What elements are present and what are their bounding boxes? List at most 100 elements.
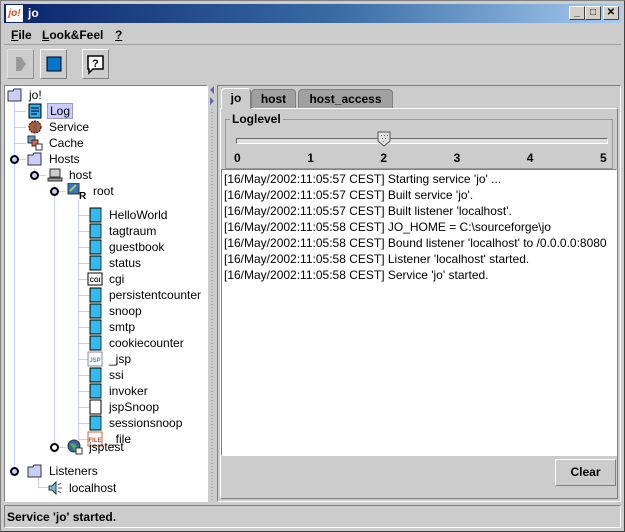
tree-node-servlet[interactable]: invoker — [87, 383, 150, 399]
loglevel-tick-label: 0 — [234, 151, 241, 165]
log-line: [16/May/2002:11:05:58 CEST] JO_HOME = C:… — [224, 220, 551, 234]
loglevel-tick-label: 4 — [526, 151, 534, 165]
tree-label: tagtraum — [109, 224, 157, 238]
cache-icon — [27, 135, 43, 151]
servlet-icon — [89, 239, 102, 255]
status-bar: Service 'jo' started. — [4, 505, 621, 528]
tree-node-log[interactable]: Log — [27, 103, 74, 119]
tree-node-localhost[interactable]: localhost — [47, 480, 118, 496]
log-line: [16/May/2002:11:05:57 CEST] Built servic… — [224, 188, 474, 202]
tree-node-root-context[interactable]: R root — [67, 183, 116, 199]
detail-panel: jo host host_access Loglevel 0 1 2 3 4 5 [16/… — [217, 85, 621, 502]
app-window: jo! jo _ □ ✕ File Look&Feel ? ? jo! Log … — [0, 0, 625, 532]
tree-node-servlet[interactable]: ssi — [87, 367, 126, 383]
svg-text:R: R — [79, 191, 87, 199]
log-output[interactable]: [16/May/2002:11:05:57 CEST] Starting ser… — [221, 169, 617, 456]
stop-button[interactable] — [40, 49, 67, 79]
servlet-icon — [89, 303, 102, 319]
tree-label: sessionsnoop — [109, 416, 183, 430]
collapse-left-arrow-icon — [210, 86, 214, 94]
tree-node-host[interactable]: host — [47, 167, 94, 183]
loglevel-tick-label: 3 — [453, 151, 461, 165]
tree-node-servlet[interactable]: HelloWorld — [87, 207, 169, 223]
tree-label: _jsp — [109, 352, 132, 366]
tree-node-servlet[interactable]: status — [87, 255, 143, 271]
tree-label: ssi — [109, 368, 124, 382]
folder-icon — [27, 464, 42, 478]
tree-node-cache[interactable]: Cache — [27, 135, 86, 151]
computer-icon — [47, 168, 63, 182]
tree-label: Listeners — [49, 464, 98, 478]
tree-node-jsptest[interactable]: jsptest — [67, 439, 126, 455]
server-tree[interactable]: jo! Log Service Cache Hosts host R root … — [4, 85, 208, 502]
tree-node-servlet[interactable]: snoop — [87, 303, 144, 319]
log-line: [16/May/2002:11:05:57 CEST] Built listen… — [224, 204, 512, 218]
minimize-button[interactable]: _ — [569, 6, 585, 20]
tree-label: cgi — [109, 272, 125, 286]
tree-line — [78, 200, 79, 440]
tree-node-servlet[interactable]: sessionsnoop — [87, 415, 184, 431]
tree-line — [54, 184, 55, 448]
tree-label: Hosts — [49, 152, 80, 166]
tree-node-servlet[interactable]: CGI cgi — [87, 271, 126, 287]
tree-line — [14, 143, 26, 144]
tree-node-service[interactable]: Service — [27, 119, 91, 135]
log-line: [16/May/2002:11:05:57 CEST] Starting ser… — [224, 172, 502, 186]
tree-label: persistentcounter — [109, 288, 202, 302]
gear-icon — [28, 120, 42, 134]
tab-host[interactable]: host — [251, 89, 296, 108]
tree-label: jsptest — [89, 440, 124, 454]
menu-file[interactable]: File — [11, 28, 32, 42]
expand-toggle-jsptest[interactable] — [50, 443, 59, 452]
menu-look-and-feel[interactable]: Look&Feel — [42, 28, 103, 42]
expand-toggle-root[interactable] — [50, 187, 59, 196]
tree-node-hosts[interactable]: Hosts — [27, 151, 82, 167]
play-icon — [16, 57, 26, 71]
help-button[interactable]: ? — [82, 49, 109, 79]
maximize-button[interactable]: □ — [585, 6, 601, 20]
expand-toggle-hosts[interactable] — [10, 155, 19, 164]
tree-line — [14, 111, 26, 112]
tree-node-servlet[interactable]: tagtraum — [87, 223, 158, 239]
svg-text:?: ? — [92, 58, 99, 70]
tab-host-access[interactable]: host_access — [298, 89, 393, 108]
tree-node-servlet[interactable]: smtp — [87, 319, 137, 335]
loglevel-tick-label: 5 — [600, 151, 607, 165]
stop-icon — [46, 56, 62, 72]
loglevel-slider-track[interactable] — [236, 138, 608, 144]
tree-node-root[interactable]: jo! — [7, 87, 44, 103]
expand-toggle-listeners[interactable] — [10, 467, 19, 476]
tree-label: Service — [49, 120, 90, 134]
close-button[interactable]: ✕ — [603, 6, 619, 20]
status-text: Service 'jo' started. — [7, 510, 117, 524]
servlet-icon — [89, 207, 102, 223]
help-bubble-icon: ? — [87, 55, 104, 75]
tree-node-servlet[interactable]: cookiecounter — [87, 335, 186, 351]
tree-node-servlet[interactable]: JSP _jsp — [87, 351, 133, 367]
tree-label: HelloWorld — [109, 208, 168, 222]
loglevel-tick-label: 2 — [380, 151, 388, 165]
expand-toggle-host[interactable] — [30, 171, 39, 180]
start-button[interactable] — [7, 49, 34, 79]
menu-help-label: ? — [115, 28, 123, 42]
servlet-icon — [89, 367, 102, 383]
menu-help[interactable]: ? — [115, 28, 122, 42]
clear-button[interactable]: Clear — [555, 459, 616, 486]
loglevel-slider-thumb[interactable] — [377, 131, 391, 147]
web-app-globe-icon — [67, 439, 83, 455]
tree-node-servlet[interactable]: persistentcounter — [87, 287, 203, 303]
tab-jo[interactable]: jo — [221, 88, 251, 109]
tree-line — [14, 127, 26, 128]
folder-icon — [7, 88, 22, 102]
speaker-listener-icon — [48, 480, 62, 496]
servlet-icon — [89, 223, 102, 239]
tree-node-servlet[interactable]: guestbook — [87, 239, 166, 255]
tree-node-servlet[interactable]: jspSnoop — [87, 399, 161, 415]
cgi-icon: CGI — [87, 272, 103, 286]
tree-node-listeners[interactable]: Listeners — [27, 463, 100, 479]
servlet-icon — [89, 335, 102, 351]
log-line: [16/May/2002:11:05:58 CEST] Bound listen… — [224, 236, 607, 250]
blank-servlet-icon — [89, 399, 102, 415]
app-logo-icon: jo! — [6, 5, 23, 22]
log-notepad-icon — [28, 103, 42, 119]
